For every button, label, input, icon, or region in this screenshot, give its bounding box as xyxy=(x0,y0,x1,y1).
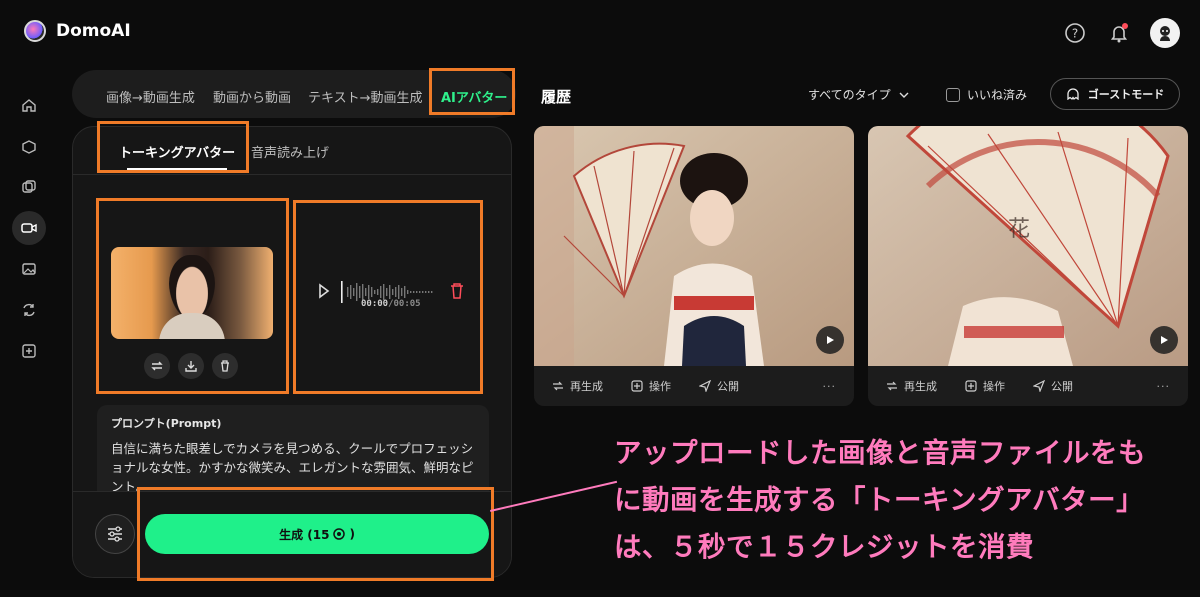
app-name: DomoAI xyxy=(56,21,131,41)
svg-text:花: 花 xyxy=(1008,217,1030,242)
callout-line-3: は、５秒で１５クレジットを消費 xyxy=(614,531,1034,563)
history-thumbnail[interactable] xyxy=(534,126,854,366)
history-thumbnail[interactable]: 花 xyxy=(868,126,1188,366)
audio-time: 00:00/00:05 xyxy=(361,299,421,309)
top-bar: DomoAI ? xyxy=(0,0,1200,66)
generate-button[interactable]: 生成 (15 ) xyxy=(145,514,489,554)
callout-text: アップロードした画像と音声ファイルをも に動画を生成する「トーキングアバター」 … xyxy=(614,430,1200,571)
chevron-down-icon xyxy=(899,92,909,98)
liked-filter[interactable]: いいね済み xyxy=(946,86,1027,103)
history-card[interactable]: 再生成 操作 公開 ··· xyxy=(534,126,854,406)
publish-button[interactable]: 公開 xyxy=(1033,378,1073,394)
video-camera-icon[interactable] xyxy=(12,211,46,245)
tab-text-to-speech[interactable]: 音声読み上げ xyxy=(251,142,329,161)
history-card[interactable]: 花 再生成 操作 公開 ··· xyxy=(868,126,1188,406)
panel-footer: 生成 (15 ) xyxy=(73,491,511,577)
settings-sliders-icon[interactable] xyxy=(95,514,135,554)
operate-button[interactable]: 操作 xyxy=(965,378,1005,394)
credit-icon xyxy=(333,528,346,540)
replace-image-button[interactable] xyxy=(144,353,170,379)
more-icon[interactable]: ··· xyxy=(1157,380,1171,393)
play-icon[interactable] xyxy=(319,283,330,299)
sub-tabs: トーキングアバター 音声読み上げ xyxy=(73,127,511,175)
portrait-face xyxy=(169,255,215,319)
logo[interactable]: DomoAI xyxy=(24,20,131,42)
tab-video-to-video[interactable]: 動画から動画 xyxy=(213,87,291,106)
prompt-label: プロンプト(Prompt) xyxy=(111,417,222,430)
liked-checkbox[interactable] xyxy=(946,87,960,102)
image-tools xyxy=(144,353,238,379)
ghost-icon xyxy=(1067,88,1079,100)
uploaded-image[interactable] xyxy=(111,247,273,339)
regenerate-button[interactable]: 再生成 xyxy=(886,378,937,394)
publish-button[interactable]: 公開 xyxy=(699,378,739,394)
add-square-icon[interactable] xyxy=(12,334,46,368)
ghost-mode-button[interactable]: ゴーストモード xyxy=(1050,78,1180,110)
operate-button[interactable]: 操作 xyxy=(631,378,671,394)
play-icon[interactable] xyxy=(1150,326,1178,354)
trash-icon[interactable] xyxy=(451,283,463,299)
box-icon[interactable] xyxy=(12,129,46,163)
portrait-body xyxy=(159,313,225,339)
help-icon[interactable]: ? xyxy=(1062,20,1088,46)
prompt-box[interactable]: プロンプト(Prompt) 自信に満ちた眼差しでカメラを見つめる、クールでプロフ… xyxy=(97,405,489,503)
tab-image-to-video[interactable]: 画像→動画生成 xyxy=(106,87,195,106)
tab-text-to-video[interactable]: テキスト→動画生成 xyxy=(308,87,423,106)
callout-line-2: に動画を生成する「トーキングアバター」 xyxy=(614,484,1145,516)
play-icon[interactable] xyxy=(816,326,844,354)
regenerate-button[interactable]: 再生成 xyxy=(552,378,603,394)
sidebar xyxy=(12,88,46,375)
bell-icon[interactable] xyxy=(1106,20,1132,46)
image-icon[interactable] xyxy=(12,252,46,286)
avatar-panel: トーキングアバター 音声読み上げ 00:00/00:05 プロンプト(Promp… xyxy=(72,126,512,578)
card-actions: 再生成 操作 公開 ··· xyxy=(868,366,1188,406)
tab-ai-avatar[interactable]: AIアバター xyxy=(441,87,507,106)
type-filter-select[interactable]: すべてのタイプ xyxy=(808,86,909,103)
callout-line-1: アップロードした画像と音声ファイルをも xyxy=(614,437,1146,469)
refresh-icon[interactable] xyxy=(12,293,46,327)
history-title: 履歴 xyxy=(541,88,572,106)
prompt-text[interactable]: 自信に満ちた眼差しでカメラを見つめる、クールでプロフェッショナルな女性。かすかな… xyxy=(111,439,475,496)
mode-tabs: 画像→動画生成 動画から動画 テキスト→動画生成 AIアバター xyxy=(72,70,516,118)
tab-talking-avatar[interactable]: トーキングアバター xyxy=(119,142,235,161)
delete-image-button[interactable] xyxy=(212,353,238,379)
card-actions: 再生成 操作 公開 ··· xyxy=(534,366,854,406)
active-tab-underline xyxy=(127,168,227,170)
download-icon[interactable] xyxy=(178,353,204,379)
svg-text:?: ? xyxy=(1072,27,1078,41)
layers-icon[interactable] xyxy=(12,170,46,204)
more-icon[interactable]: ··· xyxy=(823,380,837,393)
avatar[interactable] xyxy=(1150,18,1180,48)
domoai-logo-icon xyxy=(24,20,46,42)
home-icon[interactable] xyxy=(12,88,46,122)
